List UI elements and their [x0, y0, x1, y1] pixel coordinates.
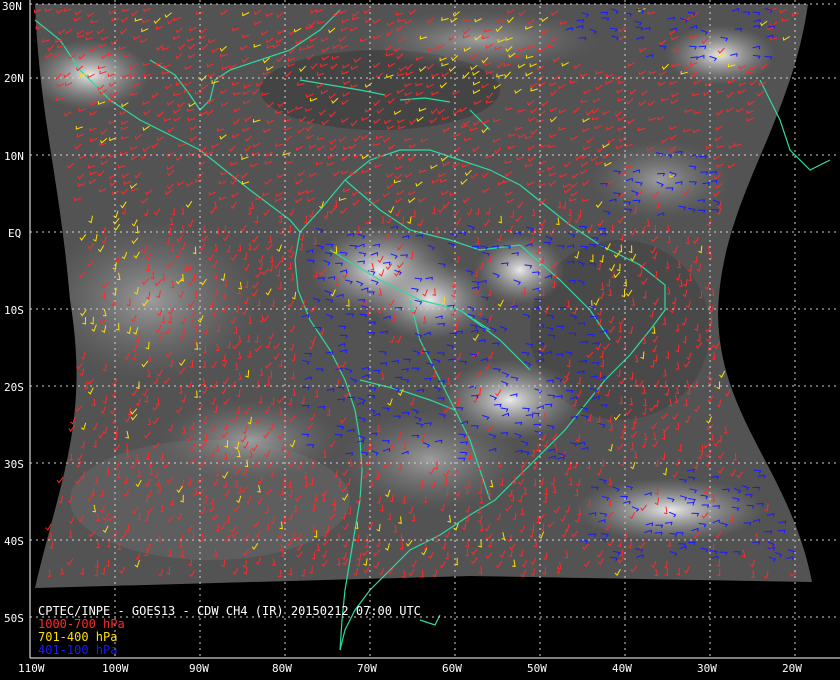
lat-label: 50S: [4, 612, 24, 625]
lat-label: 20N: [4, 72, 24, 85]
legend-mid-level: 701-400 hPa: [38, 630, 117, 644]
lon-label: 50W: [527, 662, 547, 675]
lon-label: 40W: [612, 662, 632, 675]
lon-label: 70W: [357, 662, 377, 675]
lon-label: 90W: [189, 662, 209, 675]
legend-upper-level: 401-100 hPa: [38, 643, 117, 657]
lon-label: 60W: [442, 662, 462, 675]
lat-label: 20S: [4, 381, 24, 394]
satellite-map: 30N 20N 10N EQ 10S 20S 30S 40S 50S 110W …: [0, 0, 840, 680]
lon-label: 100W: [102, 662, 129, 675]
lat-label: EQ: [8, 227, 21, 240]
lat-label: 30N: [2, 0, 22, 13]
image-caption: CPTEC/INPE - GOES13 - CDW CH4 (IR) 20150…: [38, 604, 421, 618]
lat-label: 10S: [4, 304, 24, 317]
lon-label: 20W: [782, 662, 802, 675]
lat-label: 40S: [4, 535, 24, 548]
legend-low-level: 1000-700 hPa: [38, 617, 125, 631]
lat-label: 30S: [4, 458, 24, 471]
lon-label: 110W: [18, 662, 45, 675]
lon-label: 30W: [697, 662, 717, 675]
lat-label: 10N: [4, 150, 24, 163]
lon-label: 80W: [272, 662, 292, 675]
